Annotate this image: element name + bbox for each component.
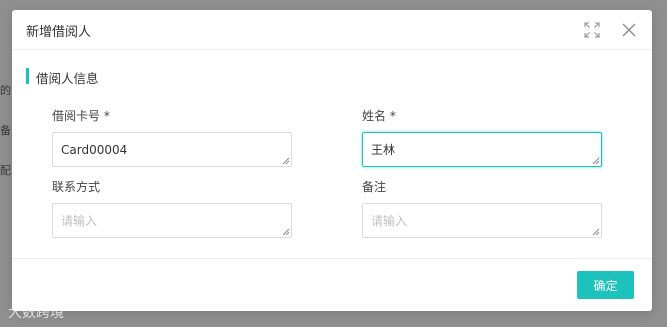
remark-label: 备注 xyxy=(362,180,387,194)
background-text-fragment: 的 xyxy=(0,84,11,97)
add-borrower-dialog: 新增借阅人 借阅人信息 借阅卡号 * 姓名 * 联系方式 备注 xyxy=(12,10,652,311)
name-label: 姓名 * xyxy=(362,109,396,123)
card-number-label: 借阅卡号 * xyxy=(52,109,110,123)
contact-input[interactable] xyxy=(52,203,292,238)
remark-input[interactable] xyxy=(362,203,602,238)
background-text-fragment: 配 xyxy=(0,164,11,177)
name-input[interactable] xyxy=(362,132,602,167)
watermark: 大数跨境 xyxy=(8,305,64,321)
background-text-fragment: 备 xyxy=(0,124,11,137)
dialog-title: 新增借阅人 xyxy=(26,25,92,40)
section-accent-bar xyxy=(26,68,29,84)
contact-label: 联系方式 xyxy=(52,180,101,194)
section-title: 借阅人信息 xyxy=(36,71,99,86)
dialog-header: 新增借阅人 xyxy=(12,10,652,50)
close-icon[interactable] xyxy=(621,22,637,38)
expand-icon[interactable] xyxy=(584,22,600,38)
card-number-input[interactable] xyxy=(52,132,292,167)
confirm-button[interactable]: 确定 xyxy=(577,271,634,299)
footer-divider xyxy=(12,258,652,259)
